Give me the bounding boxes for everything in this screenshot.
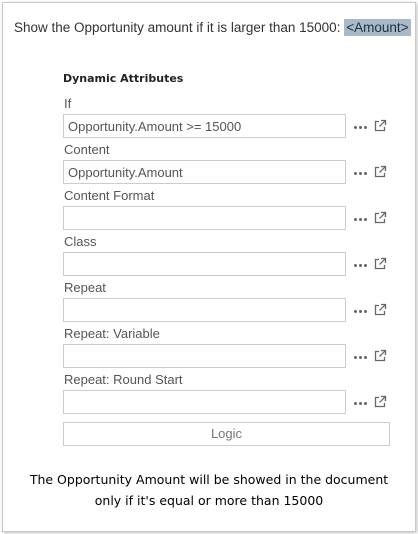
document-text: Show the Opportunity amount if it is lar… — [14, 20, 345, 35]
external-link-icon[interactable] — [373, 211, 387, 225]
external-link-glyph — [374, 303, 387, 316]
external-link-icon[interactable] — [373, 257, 387, 271]
ellipsis-icon[interactable] — [354, 215, 368, 223]
caption-line-2: only if it's equal or more than 15000 — [94, 493, 324, 508]
ellipsis-icon[interactable] — [354, 123, 368, 131]
amount-merge-field[interactable]: <Amount> — [344, 19, 411, 36]
field-content-format: Content Format — [63, 188, 393, 234]
dynamic-attributes-panel: Dynamic Attributes If Content Content Form… — [63, 72, 393, 418]
field-content: Content — [63, 142, 393, 188]
content-format-input[interactable] — [63, 206, 346, 230]
caption: The Opportunity Amount will be showed in… — [0, 469, 418, 511]
panel-title: Dynamic Attributes — [63, 72, 184, 85]
field-label: Class — [64, 234, 97, 249]
field-label: Repeat: Round Start — [64, 372, 183, 387]
field-label: Content — [64, 142, 110, 157]
repeat-round-start-input[interactable] — [63, 390, 346, 414]
field-label: Content Format — [64, 188, 155, 203]
external-link-glyph — [374, 165, 387, 178]
ellipsis-icon[interactable] — [354, 353, 368, 361]
field-label: Repeat: Variable — [64, 326, 160, 341]
field-if: If — [63, 96, 393, 142]
external-link-icon[interactable] — [373, 165, 387, 179]
class-input[interactable] — [63, 252, 346, 276]
external-link-icon[interactable] — [373, 303, 387, 317]
caption-line-1: The Opportunity Amount will be showed in… — [29, 472, 389, 487]
external-link-icon[interactable] — [373, 395, 387, 409]
external-link-glyph — [374, 119, 387, 132]
content-input[interactable] — [63, 160, 346, 184]
field-label: Repeat — [64, 280, 106, 295]
field-repeat: Repeat — [63, 280, 393, 326]
repeat-input[interactable] — [63, 298, 346, 322]
field-repeat-variable: Repeat: Variable — [63, 326, 393, 372]
ellipsis-icon[interactable] — [354, 399, 368, 407]
if-input[interactable] — [63, 114, 346, 138]
field-label: If — [64, 96, 72, 111]
attribute-fields: If Content Content Format Class Repeat Repeat… — [63, 96, 393, 418]
external-link-glyph — [374, 395, 387, 408]
field-repeat-round-start: Repeat: Round Start — [63, 372, 393, 418]
field-class: Class — [63, 234, 393, 280]
external-link-glyph — [374, 349, 387, 362]
external-link-glyph — [374, 257, 387, 270]
external-link-icon[interactable] — [373, 119, 387, 133]
logic-button[interactable]: Logic — [63, 422, 390, 446]
repeat-variable-input[interactable] — [63, 344, 346, 368]
ellipsis-icon[interactable] — [354, 261, 368, 269]
ellipsis-icon[interactable] — [354, 169, 368, 177]
external-link-glyph — [374, 211, 387, 224]
document-text-line: Show the Opportunity amount if it is lar… — [14, 19, 411, 36]
ellipsis-icon[interactable] — [354, 307, 368, 315]
external-link-icon[interactable] — [373, 349, 387, 363]
